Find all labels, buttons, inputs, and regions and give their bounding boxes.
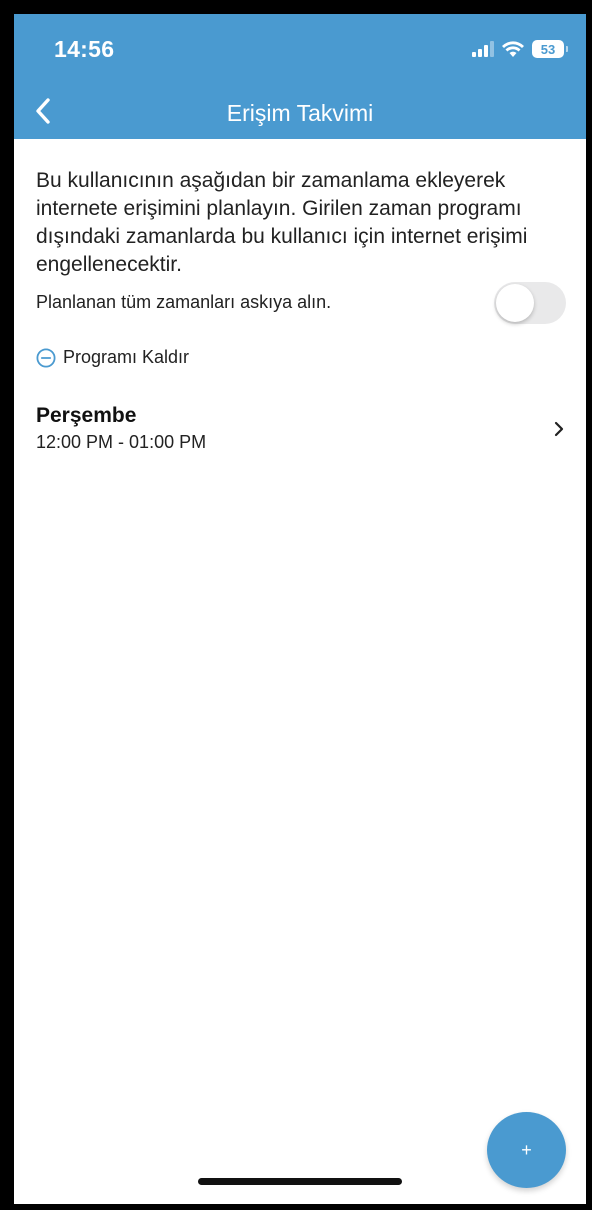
minus-circle-icon xyxy=(36,347,56,368)
status-time: 14:56 xyxy=(54,36,115,62)
cellular-signal-icon xyxy=(472,41,494,57)
schedule-day: Perşembe xyxy=(36,404,137,427)
pause-all-toggle[interactable] xyxy=(494,282,566,324)
description-text: Bu kullanıcının aşağıdan bir zamanlama e… xyxy=(36,169,528,276)
remove-program-label: Programı Kaldır xyxy=(63,347,190,367)
remove-program-button[interactable]: Programı Kaldır xyxy=(36,347,189,368)
pause-all-label: Planlanan tüm zamanları askıya alın. xyxy=(36,292,332,312)
chevron-right-icon xyxy=(554,421,564,437)
add-schedule-button[interactable]: + xyxy=(487,1112,566,1188)
status-icons: 53 xyxy=(472,38,568,60)
wifi-icon xyxy=(502,41,524,57)
phone-screen: 14:56 53 Erişim Takvimi Bu kullanıcının … xyxy=(14,14,586,1204)
page-title: Erişim Takvimi xyxy=(226,100,374,126)
schedule-time-range: 12:00 PM - 01:00 PM xyxy=(36,432,207,452)
toggle-knob xyxy=(496,284,534,322)
app-header: 14:56 53 Erişim Takvimi xyxy=(14,14,586,139)
home-indicator xyxy=(198,1178,402,1185)
battery-icon: 53 xyxy=(532,40,568,58)
schedule-item[interactable]: Perşembe 12:00 PM - 01:00 PM xyxy=(36,404,566,462)
pause-all-row: Planlanan tüm zamanları askıya alın. xyxy=(36,282,566,326)
